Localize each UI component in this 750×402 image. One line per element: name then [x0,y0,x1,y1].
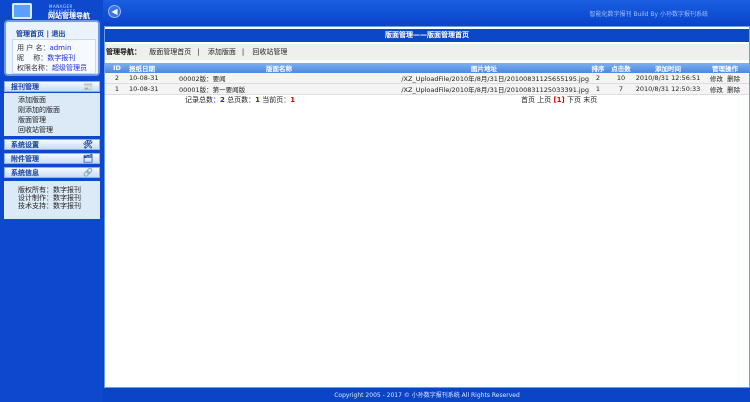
pages-label: 总页数： [227,96,256,104]
section-sysinfo[interactable]: 系统信息 🔗 [4,167,100,178]
info-value: 数字报刊 [53,186,81,194]
info-key: 设计制作： [18,194,53,202]
monitor-icon [12,3,32,19]
section-label: 系统信息 [11,169,39,177]
row-image: /XZ_UploadFile/2010年/8月/31日/201008311250… [379,83,589,95]
home-link[interactable]: 管理首页 [16,30,44,38]
edit-link[interactable]: 修改 [710,86,723,94]
row-ops: 修改 删除 [701,83,749,95]
section-attachments[interactable]: 附件管理 🗂 [4,153,100,164]
user-box: 管理首页 | 退出 用 户 名：admin 昵 称：数字报刊 权限名称：超级管理… [4,20,100,76]
main-panel: 版面管理——版面管理首页 管理导航： 版面管理首页 | 添加版面 | 回收站管理 I… [104,26,750,388]
page-1-link[interactable]: [1] [553,96,564,104]
total-count: 2 [220,96,225,104]
prev-page-link[interactable]: 上页 [537,96,551,104]
newspaper-menu: 添加版面 刚添加的版面 版面管理 回收站管理 [4,93,100,136]
row-clicks: 10 [607,73,635,84]
row-ops: 修改 删除 [701,73,749,84]
row-date: 10-08-31 [129,73,179,84]
nav-recycle[interactable]: 回收站管理 [252,48,287,56]
manage-nav: 管理导航： 版面管理首页 | 添加版面 | 回收站管理 [105,44,749,60]
total-label: 记录总数： [185,96,220,104]
role: 超级管理员 [52,64,87,72]
col-time: 添加时间 [635,63,701,73]
section-label: 系统设置 [11,141,39,149]
back-button[interactable]: ◀ [108,5,121,18]
section-label: 报刊管理 [11,83,39,91]
row-sort: 1 [589,83,607,95]
row-image: /XZ_UploadFile/2010年/8月/31日/201008311256… [379,73,589,84]
row-id: 2 [105,73,129,84]
pages-table: ID 报纸日期 版面名称 图片地址 排序 点击数 添加时间 管理操作 2 10-0… [105,63,749,95]
row-name: 00002版：要闻 [179,73,379,84]
current-page: 1 [290,96,296,104]
sidebar: MANAGER NAVIGATES 网站管理导航 管理首页 | 退出 用 户 名… [0,0,103,402]
section-label: 附件管理 [11,155,39,163]
col-sort: 排序 [589,63,607,73]
section-newspaper[interactable]: 报刊管理 📰 [4,81,100,92]
page-title: 版面管理——版面管理首页 [105,29,749,42]
info-key: 版权所有： [18,186,53,194]
nickname-label: 昵 称： [17,54,48,62]
table-row: 2 10-08-31 00002版：要闻/XZ_UploadFile/2010年/8… [105,73,749,84]
col-date: 报纸日期 [129,63,179,73]
table-row: 1 10-08-31 00001版：第一要闻版/XZ_UploadFile/2010… [105,83,749,95]
col-ops: 管理操作 [701,63,749,73]
brand-text: 智能化数字报刊 Build By 小孙数字报刊系统 [589,11,708,18]
role-label: 权限名称： [17,64,52,72]
pager: 记录总数：2 总页数：1 当前页：1 首页 上页 [1] 下页 末页 [105,95,749,105]
menu-add-page[interactable]: 添加版面 [18,95,100,105]
col-image: 图片地址 [379,63,589,73]
attachment-icon: 🗂 [82,154,93,163]
row-time: 2010/8/31 12:56:51 [635,73,701,84]
current-label: 当前页： [262,96,291,104]
logout-link[interactable]: 退出 [51,30,65,38]
row-id: 1 [105,83,129,95]
info-value: 数字报刊 [53,202,81,210]
row-time: 2010/8/31 12:50:33 [635,83,701,95]
nav-label: 管理导航： [106,48,141,56]
menu-page-manage[interactable]: 版面管理 [18,115,100,125]
delete-link[interactable]: 删除 [727,75,740,83]
tools-icon: 🛠 [82,140,93,149]
nav-home[interactable]: 版面管理首页 [149,48,191,56]
info-value: 数字报刊 [53,194,81,202]
row-sort: 2 [589,73,607,84]
menu-recent-page[interactable]: 刚添加的版面 [18,105,100,115]
username-label: 用 户 名： [17,44,50,52]
top-bar: ◀ 智能化数字报刊 Build By 小孙数字报刊系统 [0,0,750,24]
col-id: ID [105,63,129,73]
newspaper-icon: 📰 [83,82,93,91]
edit-link[interactable]: 修改 [710,75,723,83]
next-page-link[interactable]: 下页 [567,96,581,104]
row-name: 00001版：第一要闻版 [179,83,379,95]
footer: Copyright 2005 - 2017 © 小孙数字报刊系统 All Rig… [334,392,520,399]
row-clicks: 7 [607,83,635,95]
row-date: 10-08-31 [129,83,179,95]
menu-recycle[interactable]: 回收站管理 [18,125,100,135]
col-name: 版面名称 [179,63,379,73]
first-page-link[interactable]: 首页 [521,96,535,104]
pages-count: 1 [255,96,260,104]
link-icon: 🔗 [83,168,93,177]
separator: | [46,30,49,38]
system-info: 版权所有：数字报刊 设计制作：数字报刊 技术支持：数字报刊 [4,181,100,219]
nickname: 数字报刊 [47,54,76,62]
info-key: 技术支持： [18,202,53,210]
section-settings[interactable]: 系统设置 🛠 [4,139,100,150]
nav-add[interactable]: 添加版面 [208,48,236,56]
delete-link[interactable]: 删除 [727,86,740,94]
username: admin [49,44,72,52]
col-clicks: 点击数 [607,63,635,73]
last-page-link[interactable]: 末页 [583,96,597,104]
